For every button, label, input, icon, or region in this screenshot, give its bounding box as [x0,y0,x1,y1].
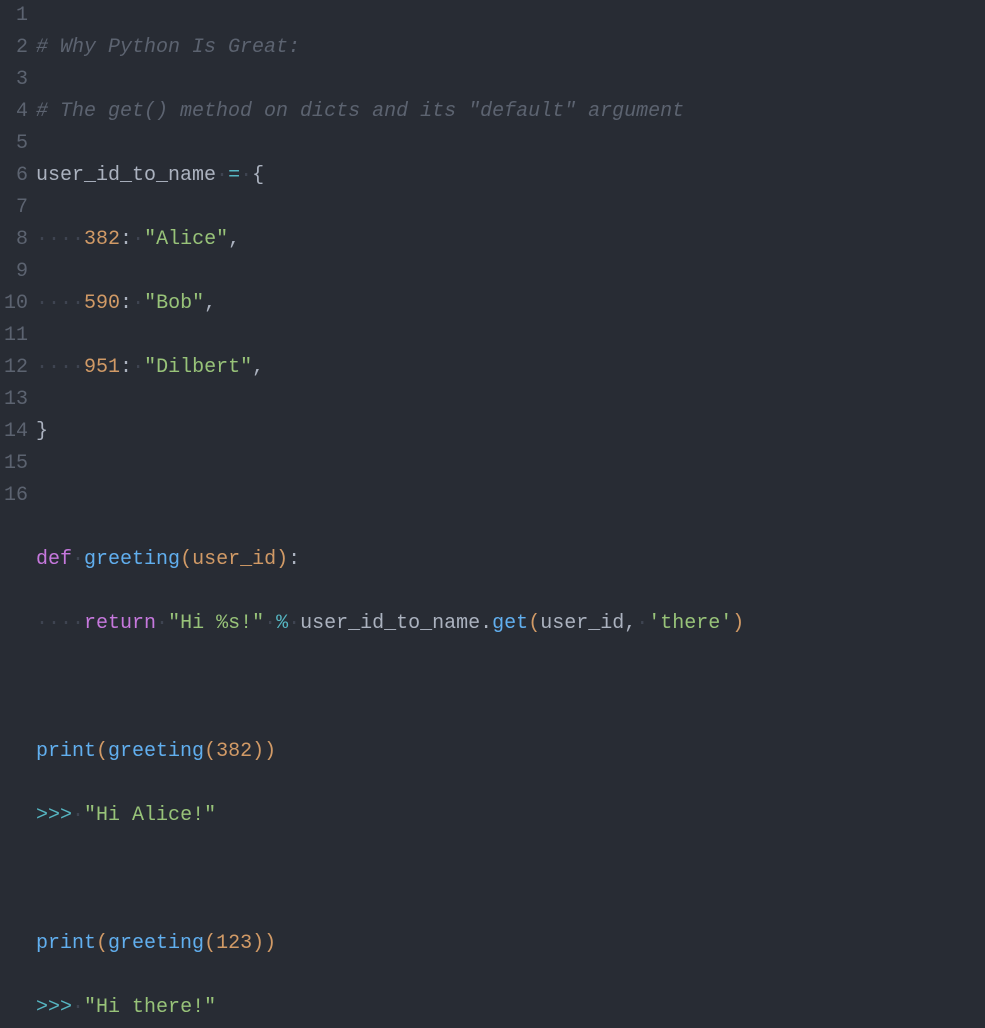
line-number: 9 [4,256,28,288]
code-line [36,864,985,896]
repl-prompt: >>> [36,804,72,827]
method-call: get [492,612,528,635]
repl-prompt: >>> [36,996,72,1019]
paren: ) [252,932,264,955]
line-number: 4 [4,96,28,128]
line-number: 6 [4,160,28,192]
colon: : [120,292,132,315]
number-literal: 382 [216,740,252,763]
function-call: print [36,932,96,955]
function-call: greeting [108,740,204,763]
number-literal: 382 [84,228,120,251]
code-line: print(greeting(123)) [36,928,985,960]
line-number-gutter: 1 2 3 4 5 6 7 8 9 10 11 12 13 14 15 16 [0,0,36,514]
identifier: user_id [540,612,624,635]
comment: # The get() method on dicts and its "def… [36,100,684,123]
line-number: 8 [4,224,28,256]
string-literal: "Dilbert" [144,356,252,379]
code-line: # The get() method on dicts and its "def… [36,96,985,128]
line-number: 1 [4,0,28,32]
paren: ) [264,932,276,955]
code-line: ····590:·"Bob", [36,288,985,320]
line-number: 5 [4,128,28,160]
line-number: 12 [4,352,28,384]
parameter: user_id [192,548,276,571]
number-literal: 951 [84,356,120,379]
brace: } [36,420,48,443]
keyword-return: return [84,612,156,635]
code-line: } [36,416,985,448]
line-number: 2 [4,32,28,64]
paren: ) [252,740,264,763]
code-line [36,480,985,512]
paren: ( [180,548,192,571]
operator: % [276,612,288,635]
line-number: 7 [4,192,28,224]
code-line: >>>·"Hi there!" [36,992,985,1024]
line-number: 3 [4,64,28,96]
paren: ( [96,932,108,955]
paren: ) [732,612,744,635]
line-number: 16 [4,480,28,512]
line-number: 15 [4,448,28,480]
identifier: user_id_to_name [300,612,480,635]
string-literal: "Hi Alice!" [84,804,216,827]
string-literal: "Alice" [144,228,228,251]
string-literal: "Hi %s!" [168,612,264,635]
paren: ) [276,548,288,571]
colon: : [120,228,132,251]
code-line: print(greeting(382)) [36,736,985,768]
line-number: 10 [4,288,28,320]
number-literal: 123 [216,932,252,955]
colon: : [120,356,132,379]
line-number: 13 [4,384,28,416]
colon: : [288,548,300,571]
code-line: ····return·"Hi %s!"·%·user_id_to_name.ge… [36,608,985,640]
function-name: greeting [84,548,180,571]
number-literal: 590 [84,292,120,315]
comma: , [624,612,636,635]
function-call: print [36,740,96,763]
code-line: # Why Python Is Great: [36,32,985,64]
comment: # Why Python Is Great: [36,36,300,59]
paren: ( [96,740,108,763]
code-area[interactable]: # Why Python Is Great: # The get() metho… [36,0,985,514]
code-editor: 1 2 3 4 5 6 7 8 9 10 11 12 13 14 15 16 #… [0,0,985,514]
comma: , [228,228,240,251]
string-literal: "Bob" [144,292,204,315]
function-call: greeting [108,932,204,955]
paren: ) [264,740,276,763]
paren: ( [528,612,540,635]
paren: ( [204,932,216,955]
code-line: def·greeting(user_id): [36,544,985,576]
code-line: >>>·"Hi Alice!" [36,800,985,832]
comma: , [204,292,216,315]
code-line: ····382:·"Alice", [36,224,985,256]
dot: . [480,612,492,635]
code-line [36,672,985,704]
string-literal: "Hi there!" [84,996,216,1019]
paren: ( [204,740,216,763]
identifier: user_id_to_name [36,164,216,187]
line-number: 11 [4,320,28,352]
operator: = [228,164,240,187]
comma: , [252,356,264,379]
code-line: user_id_to_name·=·{ [36,160,985,192]
code-line: ····951:·"Dilbert", [36,352,985,384]
keyword-def: def [36,548,72,571]
brace: { [252,164,264,187]
line-number: 14 [4,416,28,448]
string-literal: 'there' [648,612,732,635]
